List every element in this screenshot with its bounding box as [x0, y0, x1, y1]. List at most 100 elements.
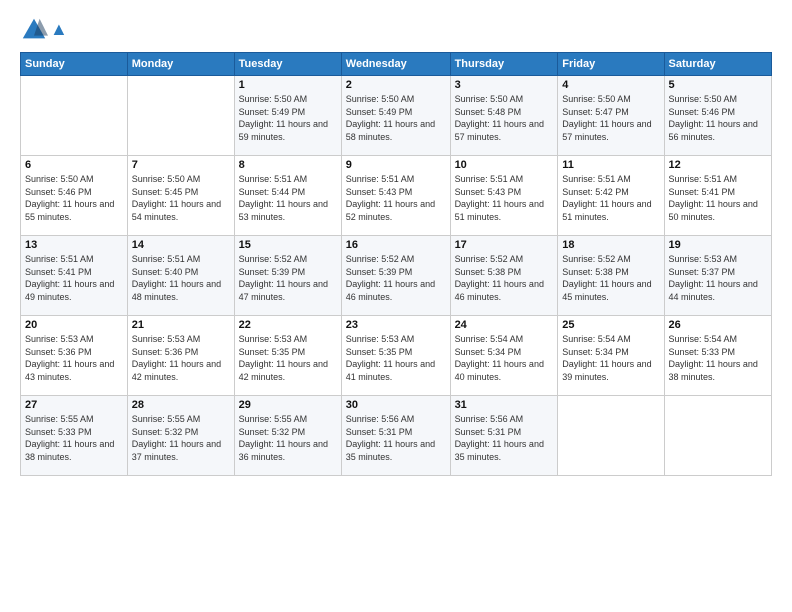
sunset: Sunset: 5:33 PM — [669, 347, 736, 357]
sunrise: Sunrise: 5:52 AM — [562, 254, 631, 264]
calendar-cell: 18 Sunrise: 5:52 AM Sunset: 5:38 PM Dayl… — [558, 236, 664, 316]
daylight: Daylight: 11 hours and 39 minutes. — [562, 359, 651, 382]
sunset: Sunset: 5:45 PM — [132, 187, 199, 197]
sunset: Sunset: 5:37 PM — [669, 267, 736, 277]
calendar-cell: 1 Sunrise: 5:50 AM Sunset: 5:49 PM Dayli… — [234, 76, 341, 156]
calendar-cell: 21 Sunrise: 5:53 AM Sunset: 5:36 PM Dayl… — [127, 316, 234, 396]
sunset: Sunset: 5:32 PM — [239, 427, 306, 437]
day-number: 5 — [669, 79, 767, 91]
calendar-cell: 22 Sunrise: 5:53 AM Sunset: 5:35 PM Dayl… — [234, 316, 341, 396]
calendar-cell — [558, 396, 664, 476]
calendar-week-row: 1 Sunrise: 5:50 AM Sunset: 5:49 PM Dayli… — [21, 76, 772, 156]
day-number: 8 — [239, 159, 337, 171]
calendar-cell: 11 Sunrise: 5:51 AM Sunset: 5:42 PM Dayl… — [558, 156, 664, 236]
day-info: Sunrise: 5:52 AM Sunset: 5:39 PM Dayligh… — [346, 253, 446, 303]
sunrise: Sunrise: 5:52 AM — [346, 254, 415, 264]
sunrise: Sunrise: 5:54 AM — [562, 334, 631, 344]
day-number: 29 — [239, 399, 337, 411]
day-number: 20 — [25, 319, 123, 331]
day-number: 31 — [455, 399, 554, 411]
day-info: Sunrise: 5:51 AM Sunset: 5:43 PM Dayligh… — [346, 173, 446, 223]
daylight: Daylight: 11 hours and 36 minutes. — [239, 439, 328, 462]
day-number: 7 — [132, 159, 230, 171]
sunrise: Sunrise: 5:53 AM — [25, 334, 94, 344]
day-info: Sunrise: 5:54 AM Sunset: 5:34 PM Dayligh… — [562, 333, 659, 383]
calendar-cell: 4 Sunrise: 5:50 AM Sunset: 5:47 PM Dayli… — [558, 76, 664, 156]
sunset: Sunset: 5:34 PM — [562, 347, 629, 357]
daylight: Daylight: 11 hours and 53 minutes. — [239, 199, 328, 222]
sunrise: Sunrise: 5:53 AM — [132, 334, 201, 344]
day-number: 25 — [562, 319, 659, 331]
calendar-cell: 23 Sunrise: 5:53 AM Sunset: 5:35 PM Dayl… — [341, 316, 450, 396]
calendar-cell: 2 Sunrise: 5:50 AM Sunset: 5:49 PM Dayli… — [341, 76, 450, 156]
sunset: Sunset: 5:36 PM — [25, 347, 92, 357]
calendar-week-row: 27 Sunrise: 5:55 AM Sunset: 5:33 PM Dayl… — [21, 396, 772, 476]
sunset: Sunset: 5:31 PM — [455, 427, 522, 437]
daylight: Daylight: 11 hours and 42 minutes. — [132, 359, 221, 382]
day-info: Sunrise: 5:51 AM Sunset: 5:42 PM Dayligh… — [562, 173, 659, 223]
daylight: Daylight: 11 hours and 57 minutes. — [562, 119, 651, 142]
calendar-table: SundayMondayTuesdayWednesdayThursdayFrid… — [20, 52, 772, 476]
daylight: Daylight: 11 hours and 37 minutes. — [132, 439, 221, 462]
day-number: 26 — [669, 319, 767, 331]
sunset: Sunset: 5:46 PM — [25, 187, 92, 197]
weekday-header-cell: Sunday — [21, 53, 128, 76]
day-number: 9 — [346, 159, 446, 171]
calendar-cell: 20 Sunrise: 5:53 AM Sunset: 5:36 PM Dayl… — [21, 316, 128, 396]
daylight: Daylight: 11 hours and 46 minutes. — [346, 279, 435, 302]
logo: ▲ — [20, 16, 68, 44]
daylight: Daylight: 11 hours and 54 minutes. — [132, 199, 221, 222]
calendar-week-row: 6 Sunrise: 5:50 AM Sunset: 5:46 PM Dayli… — [21, 156, 772, 236]
day-info: Sunrise: 5:50 AM Sunset: 5:47 PM Dayligh… — [562, 93, 659, 143]
day-info: Sunrise: 5:51 AM Sunset: 5:41 PM Dayligh… — [25, 253, 123, 303]
daylight: Daylight: 11 hours and 46 minutes. — [455, 279, 544, 302]
sunrise: Sunrise: 5:50 AM — [669, 94, 738, 104]
sunset: Sunset: 5:36 PM — [132, 347, 199, 357]
calendar-cell: 24 Sunrise: 5:54 AM Sunset: 5:34 PM Dayl… — [450, 316, 558, 396]
daylight: Daylight: 11 hours and 59 minutes. — [239, 119, 328, 142]
calendar-cell: 12 Sunrise: 5:51 AM Sunset: 5:41 PM Dayl… — [664, 156, 771, 236]
sunrise: Sunrise: 5:51 AM — [132, 254, 201, 264]
daylight: Daylight: 11 hours and 50 minutes. — [669, 199, 758, 222]
daylight: Daylight: 11 hours and 45 minutes. — [562, 279, 651, 302]
day-info: Sunrise: 5:56 AM Sunset: 5:31 PM Dayligh… — [455, 413, 554, 463]
day-number: 13 — [25, 239, 123, 251]
day-info: Sunrise: 5:53 AM Sunset: 5:35 PM Dayligh… — [346, 333, 446, 383]
sunset: Sunset: 5:44 PM — [239, 187, 306, 197]
sunrise: Sunrise: 5:51 AM — [455, 174, 524, 184]
weekday-header-cell: Wednesday — [341, 53, 450, 76]
weekday-header-row: SundayMondayTuesdayWednesdayThursdayFrid… — [21, 53, 772, 76]
daylight: Daylight: 11 hours and 41 minutes. — [346, 359, 435, 382]
day-number: 28 — [132, 399, 230, 411]
sunset: Sunset: 5:41 PM — [25, 267, 92, 277]
day-number: 3 — [455, 79, 554, 91]
sunrise: Sunrise: 5:56 AM — [455, 414, 524, 424]
day-number: 18 — [562, 239, 659, 251]
daylight: Daylight: 11 hours and 55 minutes. — [25, 199, 114, 222]
daylight: Daylight: 11 hours and 35 minutes. — [346, 439, 435, 462]
day-number: 21 — [132, 319, 230, 331]
day-number: 6 — [25, 159, 123, 171]
sunset: Sunset: 5:49 PM — [239, 107, 306, 117]
calendar-week-row: 13 Sunrise: 5:51 AM Sunset: 5:41 PM Dayl… — [21, 236, 772, 316]
daylight: Daylight: 11 hours and 58 minutes. — [346, 119, 435, 142]
day-number: 11 — [562, 159, 659, 171]
sunrise: Sunrise: 5:55 AM — [132, 414, 201, 424]
sunrise: Sunrise: 5:50 AM — [132, 174, 201, 184]
sunrise: Sunrise: 5:51 AM — [25, 254, 94, 264]
day-info: Sunrise: 5:50 AM Sunset: 5:49 PM Dayligh… — [346, 93, 446, 143]
logo-accent: ▲ — [50, 19, 68, 39]
weekday-header-cell: Saturday — [664, 53, 771, 76]
calendar-cell: 16 Sunrise: 5:52 AM Sunset: 5:39 PM Dayl… — [341, 236, 450, 316]
calendar-cell: 8 Sunrise: 5:51 AM Sunset: 5:44 PM Dayli… — [234, 156, 341, 236]
day-number: 1 — [239, 79, 337, 91]
day-info: Sunrise: 5:50 AM Sunset: 5:46 PM Dayligh… — [669, 93, 767, 143]
calendar-week-row: 20 Sunrise: 5:53 AM Sunset: 5:36 PM Dayl… — [21, 316, 772, 396]
day-info: Sunrise: 5:53 AM Sunset: 5:37 PM Dayligh… — [669, 253, 767, 303]
sunrise: Sunrise: 5:52 AM — [455, 254, 524, 264]
calendar-cell: 27 Sunrise: 5:55 AM Sunset: 5:33 PM Dayl… — [21, 396, 128, 476]
sunrise: Sunrise: 5:55 AM — [239, 414, 308, 424]
day-info: Sunrise: 5:53 AM Sunset: 5:36 PM Dayligh… — [132, 333, 230, 383]
daylight: Daylight: 11 hours and 38 minutes. — [25, 439, 114, 462]
sunset: Sunset: 5:38 PM — [455, 267, 522, 277]
